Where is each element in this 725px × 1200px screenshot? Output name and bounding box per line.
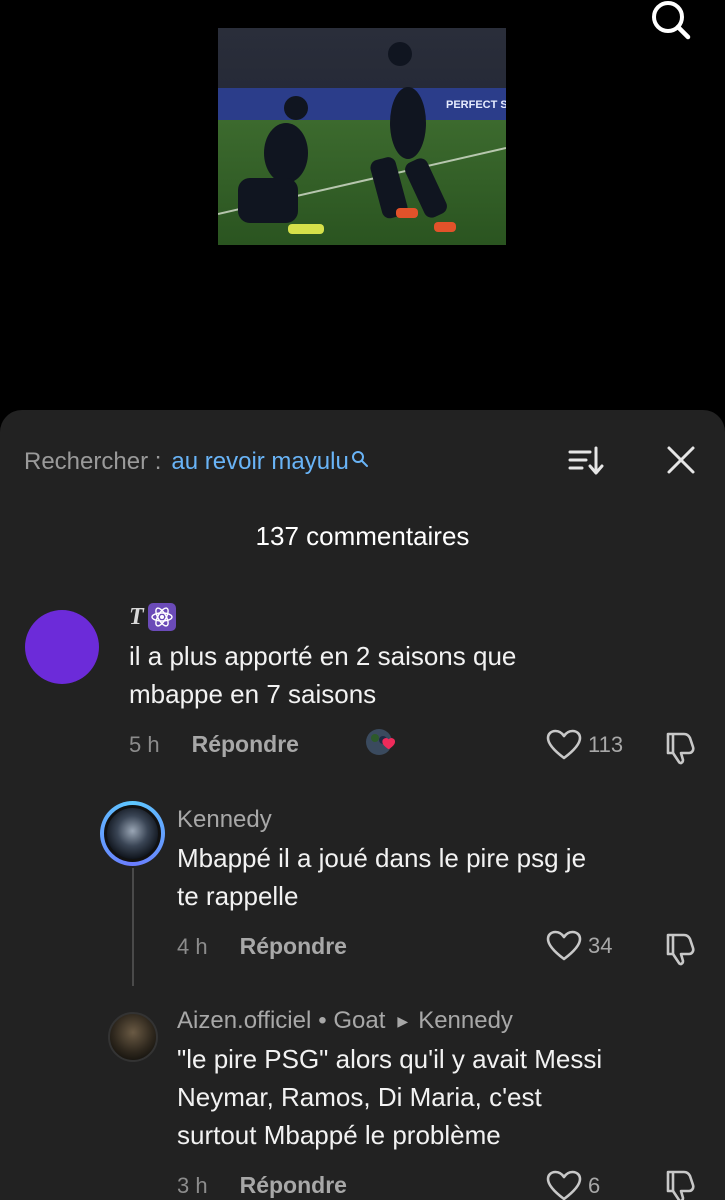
- search-prefix: Rechercher :: [24, 448, 162, 475]
- comment-time: 5 h: [129, 731, 160, 757]
- reply-button[interactable]: Répondre: [240, 1172, 347, 1199]
- like-group[interactable]: 34: [546, 930, 612, 962]
- heart-icon[interactable]: [546, 1170, 582, 1200]
- like-count: 6: [588, 1173, 601, 1198]
- search-query-link[interactable]: au revoir mayulu: [171, 448, 348, 476]
- like-group[interactable]: 6: [546, 1170, 600, 1200]
- comment-line: Neymar, Ramos, Di Maria, c'est: [177, 1082, 542, 1112]
- comment-line: "le pire PSG" alors qu'il y avait Messi: [177, 1044, 603, 1074]
- avatar[interactable]: [100, 801, 165, 866]
- dislike-icon[interactable]: [662, 931, 698, 972]
- reply-button[interactable]: Répondre: [240, 933, 347, 960]
- comment-text: Mbappé il a joué dans le pire psg je te …: [177, 839, 586, 915]
- like-group[interactable]: 113: [546, 729, 623, 761]
- comment-text: il a plus apporté en 2 saisons que mbapp…: [129, 637, 516, 713]
- avatar-image: [104, 805, 161, 862]
- comment-line: mbappe en 7 saisons: [129, 679, 377, 709]
- atom-emoji-icon: [147, 603, 176, 631]
- like-count: 113: [588, 732, 624, 757]
- comment-username[interactable]: Kennedy: [177, 806, 272, 834]
- avatar[interactable]: [108, 1012, 158, 1062]
- comment-line: te rappelle: [177, 881, 299, 911]
- reply-button[interactable]: Répondre: [192, 731, 299, 758]
- comment-time: 3 h: [177, 1172, 208, 1198]
- like-count: 34: [588, 933, 613, 958]
- comment-username[interactable]: Aizen.officiel: [177, 1007, 311, 1035]
- comment-meta: 4 h Répondre: [177, 933, 347, 960]
- thread-line: [132, 868, 134, 986]
- comment-username-row: Aizen.officiel • Goat ▶ Kennedy: [177, 1007, 513, 1035]
- reply-arrow-icon: ▶: [397, 1012, 409, 1029]
- search-icon[interactable]: [645, 0, 695, 44]
- heart-icon[interactable]: [546, 729, 582, 761]
- username-text: T: [129, 603, 144, 630]
- video-thumbnail[interactable]: PERFECT S: [218, 28, 506, 245]
- avatar[interactable]: [25, 610, 99, 684]
- close-icon[interactable]: [664, 443, 698, 477]
- comment-time: 4 h: [177, 933, 208, 959]
- dislike-icon[interactable]: [662, 1168, 698, 1200]
- comment-meta: 5 h Répondre: [129, 731, 299, 758]
- creator-liked-icon: [365, 726, 403, 760]
- search-header[interactable]: Rechercher : au revoir mayulu: [24, 447, 369, 477]
- comment-username[interactable]: T: [129, 603, 176, 631]
- comment-line: il a plus apporté en 2 saisons que: [129, 641, 517, 671]
- comment-meta: 3 h Répondre: [177, 1172, 347, 1199]
- user-badge: • Goat: [318, 1007, 386, 1034]
- dislike-icon[interactable]: [662, 730, 698, 771]
- heart-icon[interactable]: [546, 930, 582, 962]
- comment-count: 137 commentaires: [255, 521, 470, 551]
- banner-text: PERFECT S: [446, 99, 506, 111]
- sort-icon[interactable]: [566, 444, 606, 478]
- search-small-icon: [351, 447, 369, 467]
- comment-line: Mbappé il a joué dans le pire psg je: [177, 843, 587, 873]
- comment-line: surtout Mbappé le problème: [177, 1120, 501, 1150]
- reply-to-username[interactable]: Kennedy: [418, 1007, 513, 1035]
- comment-text: "le pire PSG" alors qu'il y avait Messi …: [177, 1040, 602, 1154]
